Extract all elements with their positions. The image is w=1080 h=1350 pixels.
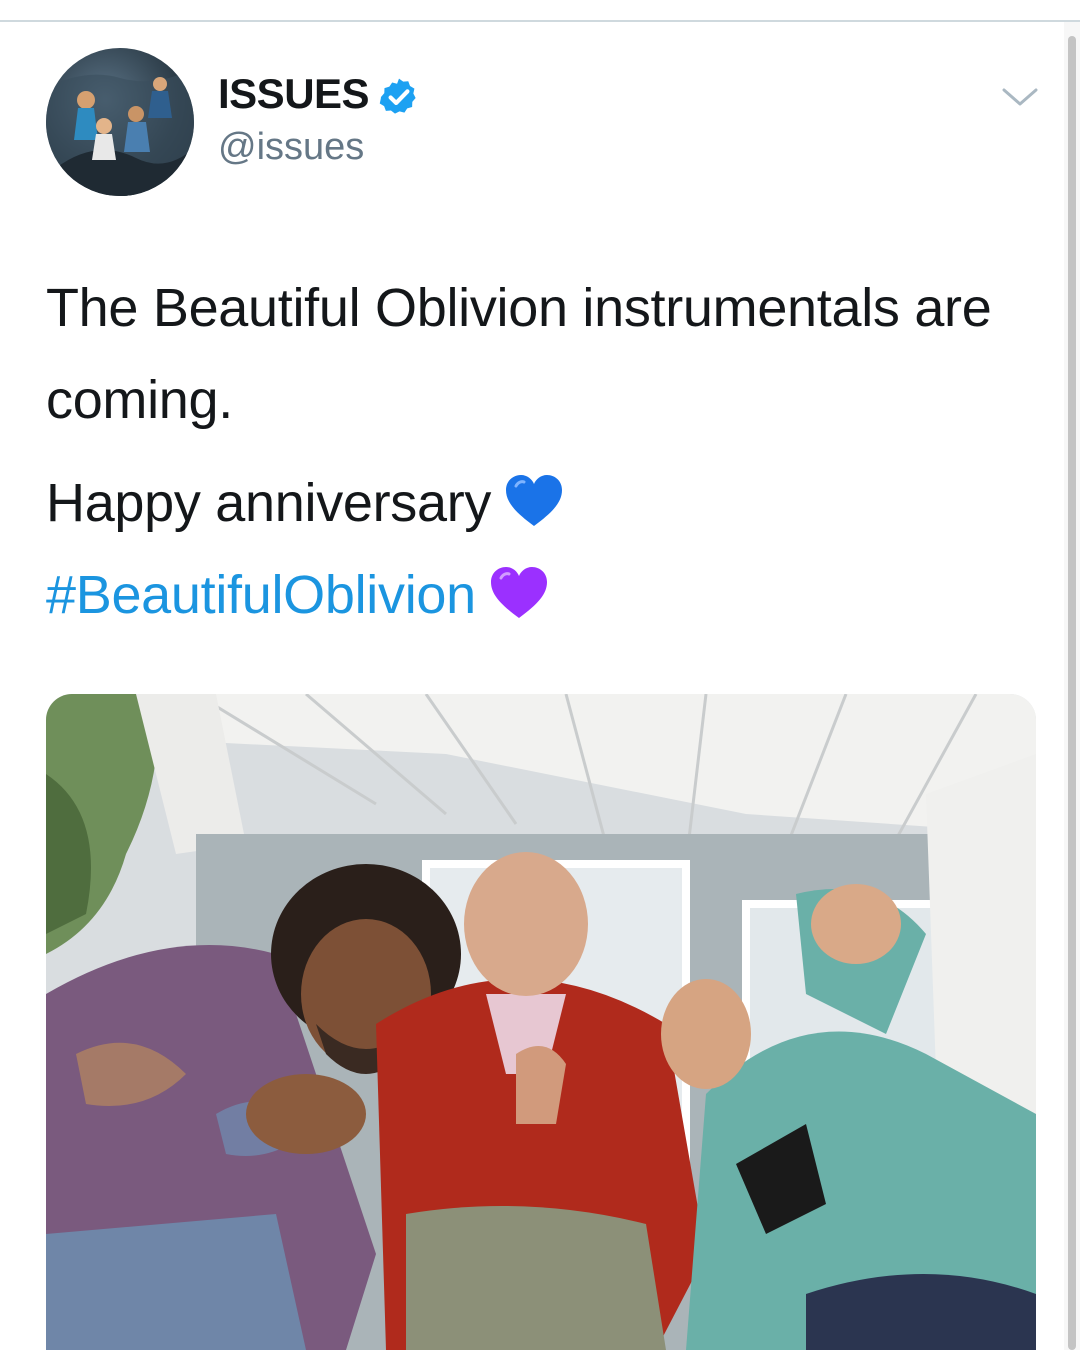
tweet-text-second-paragraph: Happy anniversary #BeautifulOblivion <box>46 457 565 641</box>
tweet-photo[interactable] <box>46 694 1036 1350</box>
avatar[interactable] <box>46 48 194 196</box>
blue-heart-icon <box>506 474 563 526</box>
verified-badge-icon <box>379 78 416 114</box>
anniversary-line: Happy anniversary <box>46 457 565 549</box>
tweet-text-line: The Beautiful Oblivion instrumentals are… <box>46 278 992 430</box>
top-divider <box>0 20 1080 22</box>
scrollbar-thumb[interactable] <box>1068 36 1076 1350</box>
hashtag-line: #BeautifulOblivion <box>46 549 565 641</box>
handle[interactable]: @issues <box>218 126 364 169</box>
display-name[interactable]: ISSUES <box>218 70 370 118</box>
tweet-text: The Beautiful Oblivion instrumentals are… <box>46 262 1036 446</box>
anniversary-text: Happy anniversary <box>46 473 492 533</box>
purple-heart-icon <box>490 566 547 618</box>
band-photo-image <box>46 694 1036 1350</box>
chevron-down-icon[interactable] <box>1000 82 1040 112</box>
hashtag-link[interactable]: #BeautifulOblivion <box>46 565 476 625</box>
avatar-image <box>46 68 194 196</box>
